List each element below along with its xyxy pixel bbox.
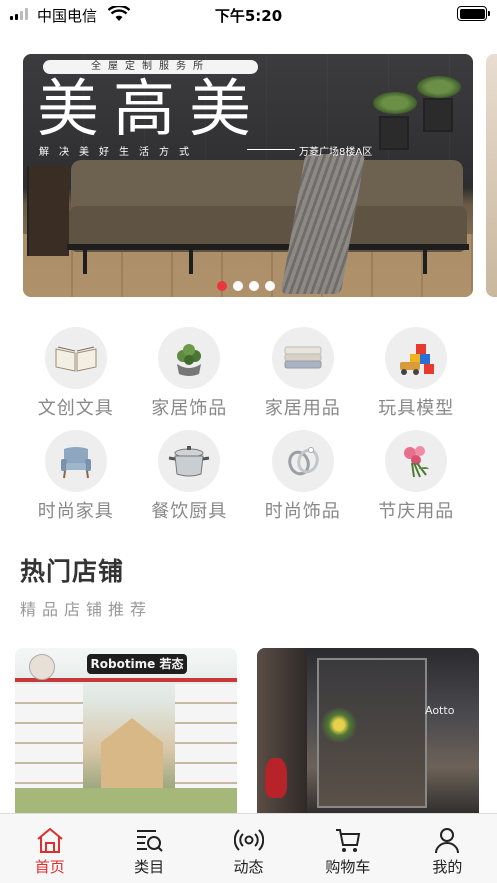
tab-home[interactable]: 首页 xyxy=(0,814,99,883)
potted-plant-icon xyxy=(158,327,221,389)
carousel-indicator[interactable] xyxy=(217,281,275,291)
category-home-decor[interactable]: 家居饰品 xyxy=(133,327,247,420)
battery-icon xyxy=(457,6,490,21)
category-label: 餐饮厨具 xyxy=(151,501,228,522)
tab-label: 我的 xyxy=(432,858,463,876)
shop-sign: Robotime 若态 xyxy=(87,654,187,674)
banner-address: 万菱广场8楼A区 xyxy=(299,147,373,158)
cart-icon xyxy=(335,829,361,852)
user-icon xyxy=(435,828,460,854)
next-banner-peek[interactable] xyxy=(486,54,497,297)
category-label: 节庆用品 xyxy=(378,501,455,522)
carousel-dot[interactable] xyxy=(249,281,259,291)
carousel-dot[interactable] xyxy=(265,281,275,291)
carousel-dot[interactable] xyxy=(217,281,227,291)
category-kitchenware[interactable]: 餐饮厨具 xyxy=(133,430,247,523)
category-festive[interactable]: 节庆用品 xyxy=(360,430,474,523)
towels-icon xyxy=(271,327,334,389)
category-label: 时尚家具 xyxy=(37,501,114,522)
category-label: 家居用品 xyxy=(264,398,341,419)
section-title: 热门店铺 xyxy=(20,557,125,586)
cabinet-image xyxy=(27,166,69,256)
shop-card[interactable]: Aotto xyxy=(257,648,479,818)
status-bar: 中国电信 下午5:20 xyxy=(0,0,497,30)
category-search-icon xyxy=(137,830,163,852)
armchair-icon xyxy=(44,430,107,492)
category-label: 文创文具 xyxy=(37,398,114,419)
tab-feed[interactable]: 动态 xyxy=(199,814,298,883)
promo-banner[interactable]: 全屋定制服务所 美高美 解决美好生活方式 万菱广场8楼A区 xyxy=(23,54,473,297)
tab-profile[interactable]: 我的 xyxy=(398,814,497,883)
category-grid: 文创文具 家居饰品 家居用品 玩具模型 时尚家具 餐饮厨具 时尚饰品 节庆用品 xyxy=(19,327,473,523)
flowers-icon xyxy=(385,430,448,492)
banner-slogan: 解决美好生活方式 xyxy=(39,147,199,158)
book-icon xyxy=(44,327,107,389)
section-subtitle: 精品店铺推荐 xyxy=(20,600,153,619)
shop-badge-icon xyxy=(29,654,55,680)
status-time: 下午5:20 xyxy=(214,7,283,25)
toy-blocks-icon xyxy=(385,327,448,389)
plant-stand-image xyxy=(379,116,409,150)
carousel-dot[interactable] xyxy=(233,281,243,291)
shop-sign: Aotto xyxy=(425,704,455,717)
category-home-goods[interactable]: 家居用品 xyxy=(246,327,360,420)
category-accessories[interactable]: 时尚饰品 xyxy=(246,430,360,523)
tab-label: 购物车 xyxy=(325,858,371,876)
shop-card[interactable]: Robotime 若态 xyxy=(15,648,237,818)
tab-bar: 首页 类目 动态 购物车 我的 xyxy=(0,813,497,883)
home-icon xyxy=(37,827,63,853)
broadcast-icon xyxy=(233,829,264,851)
banner-title: 美高美 xyxy=(37,72,266,145)
category-furniture[interactable]: 时尚家具 xyxy=(19,430,133,523)
category-label: 时尚饰品 xyxy=(264,501,341,522)
cooking-pot-icon xyxy=(158,430,221,492)
tab-label: 动态 xyxy=(233,858,264,876)
plant-stand-image xyxy=(423,98,453,132)
tab-label: 类目 xyxy=(134,858,165,876)
category-stationery[interactable]: 文创文具 xyxy=(19,327,133,420)
category-label: 家居饰品 xyxy=(151,398,228,419)
rings-icon xyxy=(271,430,334,492)
category-toys[interactable]: 玩具模型 xyxy=(360,327,474,420)
tab-category[interactable]: 类目 xyxy=(99,814,198,883)
tab-label: 首页 xyxy=(34,858,65,876)
category-label: 玩具模型 xyxy=(378,398,455,419)
tab-cart[interactable]: 购物车 xyxy=(298,814,397,883)
